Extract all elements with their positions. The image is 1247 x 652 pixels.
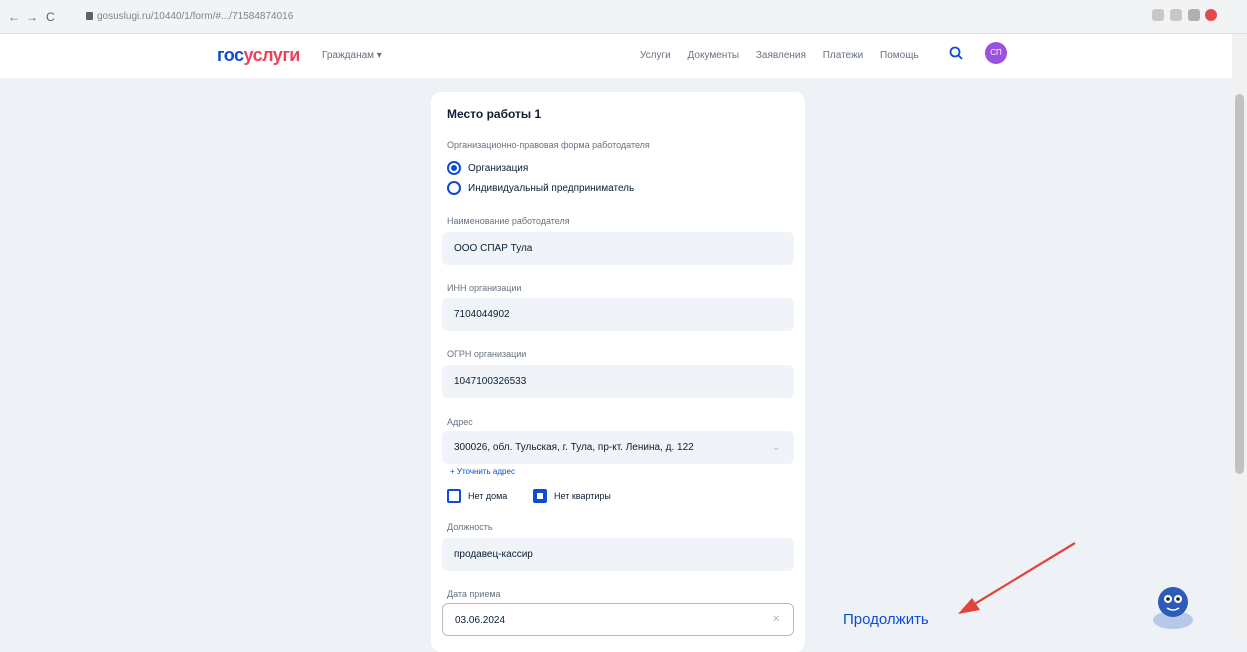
- nav-payments[interactable]: Платежи: [823, 50, 864, 61]
- nav-help[interactable]: Помощь: [880, 50, 919, 61]
- org-form-label: Организационно-правовая форма работодате…: [447, 140, 650, 150]
- citizen-menu[interactable]: Гражданам ▾: [322, 50, 382, 61]
- clarify-address-link[interactable]: + Уточнить адрес: [450, 467, 515, 476]
- search-icon[interactable]: [949, 46, 963, 60]
- reload-icon[interactable]: C: [46, 10, 55, 24]
- chevron-down-icon[interactable]: ⌄: [772, 442, 780, 453]
- address-field[interactable]: 300026, обл. Тульская, г. Тула, пр-кт. Л…: [442, 431, 794, 464]
- employer-field[interactable]: ООО СПАР Тула: [442, 232, 794, 265]
- bookmark-star-icon[interactable]: [1170, 9, 1182, 21]
- nav-documents[interactable]: Документы: [688, 50, 740, 61]
- no-apartment-label[interactable]: Нет квартиры: [554, 491, 611, 501]
- ogrn-field[interactable]: 1047100326533: [442, 365, 794, 398]
- url-text: gosuslugi.ru/10440/1/form/#.../715848740…: [97, 11, 294, 22]
- scroll-thumb[interactable]: [1235, 94, 1244, 474]
- back-icon[interactable]: ←: [8, 10, 20, 24]
- employer-label: Наименование работодателя: [447, 216, 570, 226]
- radio-individual-entrepreneur[interactable]: [447, 181, 461, 195]
- address-bar[interactable]: gosuslugi.ru/10440/1/form/#.../715848740…: [78, 7, 1088, 27]
- section-title: Место работы 1: [447, 107, 542, 121]
- inn-field[interactable]: 7104044902: [442, 298, 794, 331]
- radio-individual-entrepreneur-label[interactable]: Индивидуальный предприниматель: [468, 183, 634, 194]
- no-house-checkbox[interactable]: [447, 489, 461, 503]
- nav-services[interactable]: Услуги: [640, 50, 671, 61]
- continue-button[interactable]: Продолжить: [843, 611, 929, 628]
- clear-icon[interactable]: ✕: [772, 614, 780, 625]
- position-label: Должность: [447, 522, 493, 532]
- site-header: госуслуги Гражданам ▾ Услуги Документы З…: [0, 34, 1232, 78]
- hire-date-field[interactable]: 03.06.2024: [442, 603, 794, 636]
- gosuslugi-logo[interactable]: госуслуги: [217, 45, 300, 66]
- radio-organization-label[interactable]: Организация: [468, 163, 528, 174]
- page-scrollbar[interactable]: [1232, 34, 1247, 635]
- profile-icon[interactable]: [1205, 9, 1217, 21]
- hire-date-label: Дата приема: [447, 589, 501, 599]
- avatar[interactable]: СП: [985, 42, 1007, 64]
- extension-icon[interactable]: [1152, 9, 1164, 21]
- tab-icon[interactable]: [1188, 9, 1200, 21]
- lock-icon: [86, 12, 93, 20]
- position-field[interactable]: продавец-кассир: [442, 538, 794, 571]
- inn-label: ИНН организации: [447, 283, 522, 293]
- no-apartment-checkbox[interactable]: [533, 489, 547, 503]
- annotation-arrow-icon: [958, 542, 1076, 614]
- browser-toolbar: ← → C gosuslugi.ru/10440/1/form/#.../715…: [0, 0, 1247, 34]
- radio-organization[interactable]: [447, 161, 461, 175]
- no-house-label[interactable]: Нет дома: [468, 491, 507, 501]
- forward-icon[interactable]: →: [26, 10, 38, 24]
- ogrn-label: ОГРН организации: [447, 349, 527, 359]
- nav-applications[interactable]: Заявления: [756, 50, 806, 61]
- top-navigation: Услуги Документы Заявления Платежи Помощ…: [640, 50, 933, 61]
- assistant-robot-icon[interactable]: [1150, 582, 1196, 630]
- address-label: Адрес: [447, 417, 473, 427]
